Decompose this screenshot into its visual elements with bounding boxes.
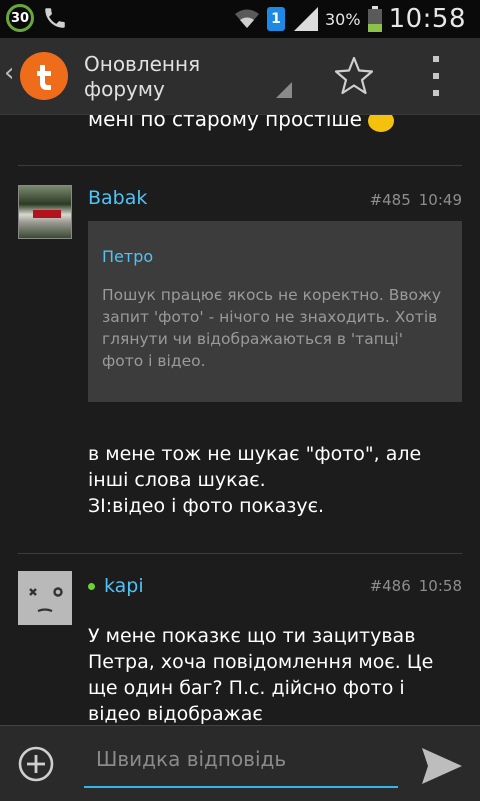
post-meta: #485 10:49 <box>369 191 462 209</box>
action-bar: ‹ Оновлення форуму <box>0 38 480 115</box>
sim-indicator: 1 <box>267 7 285 31</box>
quote-text: Пошук працює якось не коректно. Ввожу за… <box>102 286 442 370</box>
previous-post-tail: мені по старому простіше <box>88 115 394 132</box>
smiley-emoji-icon <box>367 115 394 132</box>
avatar-kapi[interactable] <box>18 571 72 625</box>
post-author[interactable]: kapi <box>88 575 144 597</box>
favorite-button[interactable] <box>332 54 376 98</box>
star-icon <box>334 56 374 95</box>
battery-percent: 30% <box>325 9 361 29</box>
thread-content[interactable]: мені по старому простіше Babak #485 10:49… <box>0 115 480 725</box>
back-chevron-icon[interactable]: ‹ <box>4 58 14 88</box>
tapatalk-logo-icon <box>37 65 51 90</box>
post-divider <box>18 553 462 554</box>
avatar-babak[interactable] <box>18 185 72 239</box>
battery-icon <box>367 6 382 32</box>
quote-author: Петро <box>102 247 154 266</box>
post-meta: #486 10:58 <box>369 577 462 595</box>
quote-block: Петро Пошук працює якось не коректно. Вв… <box>88 221 462 402</box>
notification-badge: 30 <box>6 4 34 32</box>
add-circle-icon <box>18 746 54 782</box>
post-author[interactable]: Babak <box>88 187 147 209</box>
signal-icon <box>294 7 318 31</box>
status-bar: 30 1 30% 10:58 <box>0 0 480 38</box>
wifi-icon <box>235 9 259 28</box>
online-status-dot <box>88 583 95 590</box>
forum-title[interactable]: Оновлення форуму <box>84 52 284 102</box>
reply-bar <box>0 725 480 801</box>
post-body: в мене тож не шукає "фото", але інші сло… <box>88 443 422 517</box>
phone-icon <box>45 8 65 28</box>
post-divider <box>18 165 462 166</box>
clock: 10:58 <box>388 4 466 34</box>
forum-title-line1: Оновлення <box>84 52 201 76</box>
app-logo[interactable] <box>20 52 68 100</box>
send-icon <box>422 748 462 784</box>
default-avatar-face-icon <box>29 587 63 613</box>
status-left: 30 <box>6 4 68 32</box>
forum-title-line2: форуму <box>84 77 165 101</box>
send-button[interactable] <box>420 746 464 786</box>
dropdown-indicator-icon <box>276 82 292 98</box>
attach-button[interactable] <box>18 746 54 782</box>
quick-reply-input[interactable] <box>84 732 398 788</box>
post-body: У мене показкє що ти зацитував Петра, хо… <box>88 625 434 725</box>
status-right: 1 30% 10:58 <box>234 0 466 38</box>
overflow-menu-button[interactable] <box>426 56 446 96</box>
